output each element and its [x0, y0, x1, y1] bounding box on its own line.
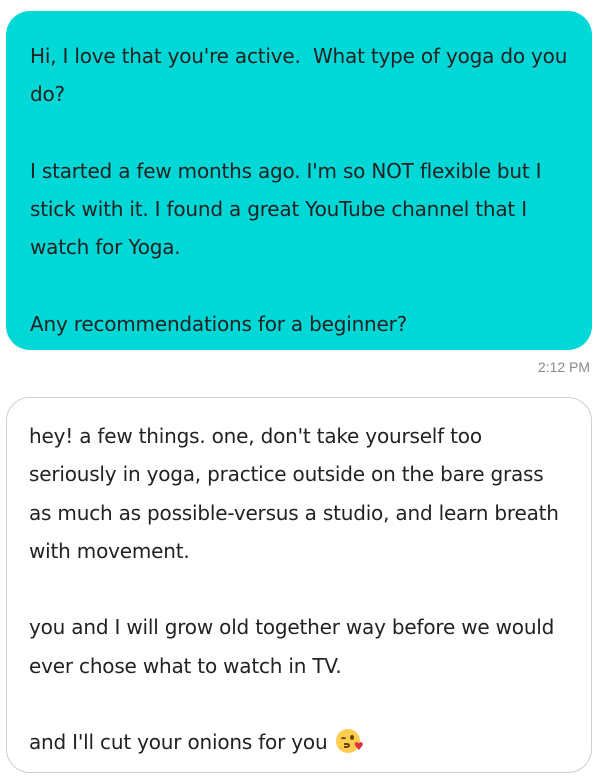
received-message-paragraph-3: and I'll cut your onions for you ♥	[29, 723, 567, 761]
sent-message-paragraph-2: I started a few months ago. I'm so NOT f…	[30, 158, 548, 260]
received-message-paragraph-1: hey! a few things. one, don't take yours…	[29, 424, 565, 563]
message-timestamp: 2:12 PM	[537, 359, 590, 375]
sent-message-bubble[interactable]: Hi, I love that you're active. What type…	[6, 11, 592, 350]
sent-message-paragraph-1: Hi, I love that you're active. What type…	[30, 44, 574, 107]
received-message-paragraph-2: you and I will grow old together way bef…	[29, 615, 561, 678]
received-message-paragraph-3-text: and I'll cut your onions for you	[29, 730, 328, 755]
face-blowing-a-kiss-icon: ♥	[335, 729, 364, 754]
received-message-bubble[interactable]: hey! a few things. one, don't take yours…	[6, 397, 592, 773]
sent-message-paragraph-3: Any recommendations for a beginner?	[30, 312, 408, 337]
